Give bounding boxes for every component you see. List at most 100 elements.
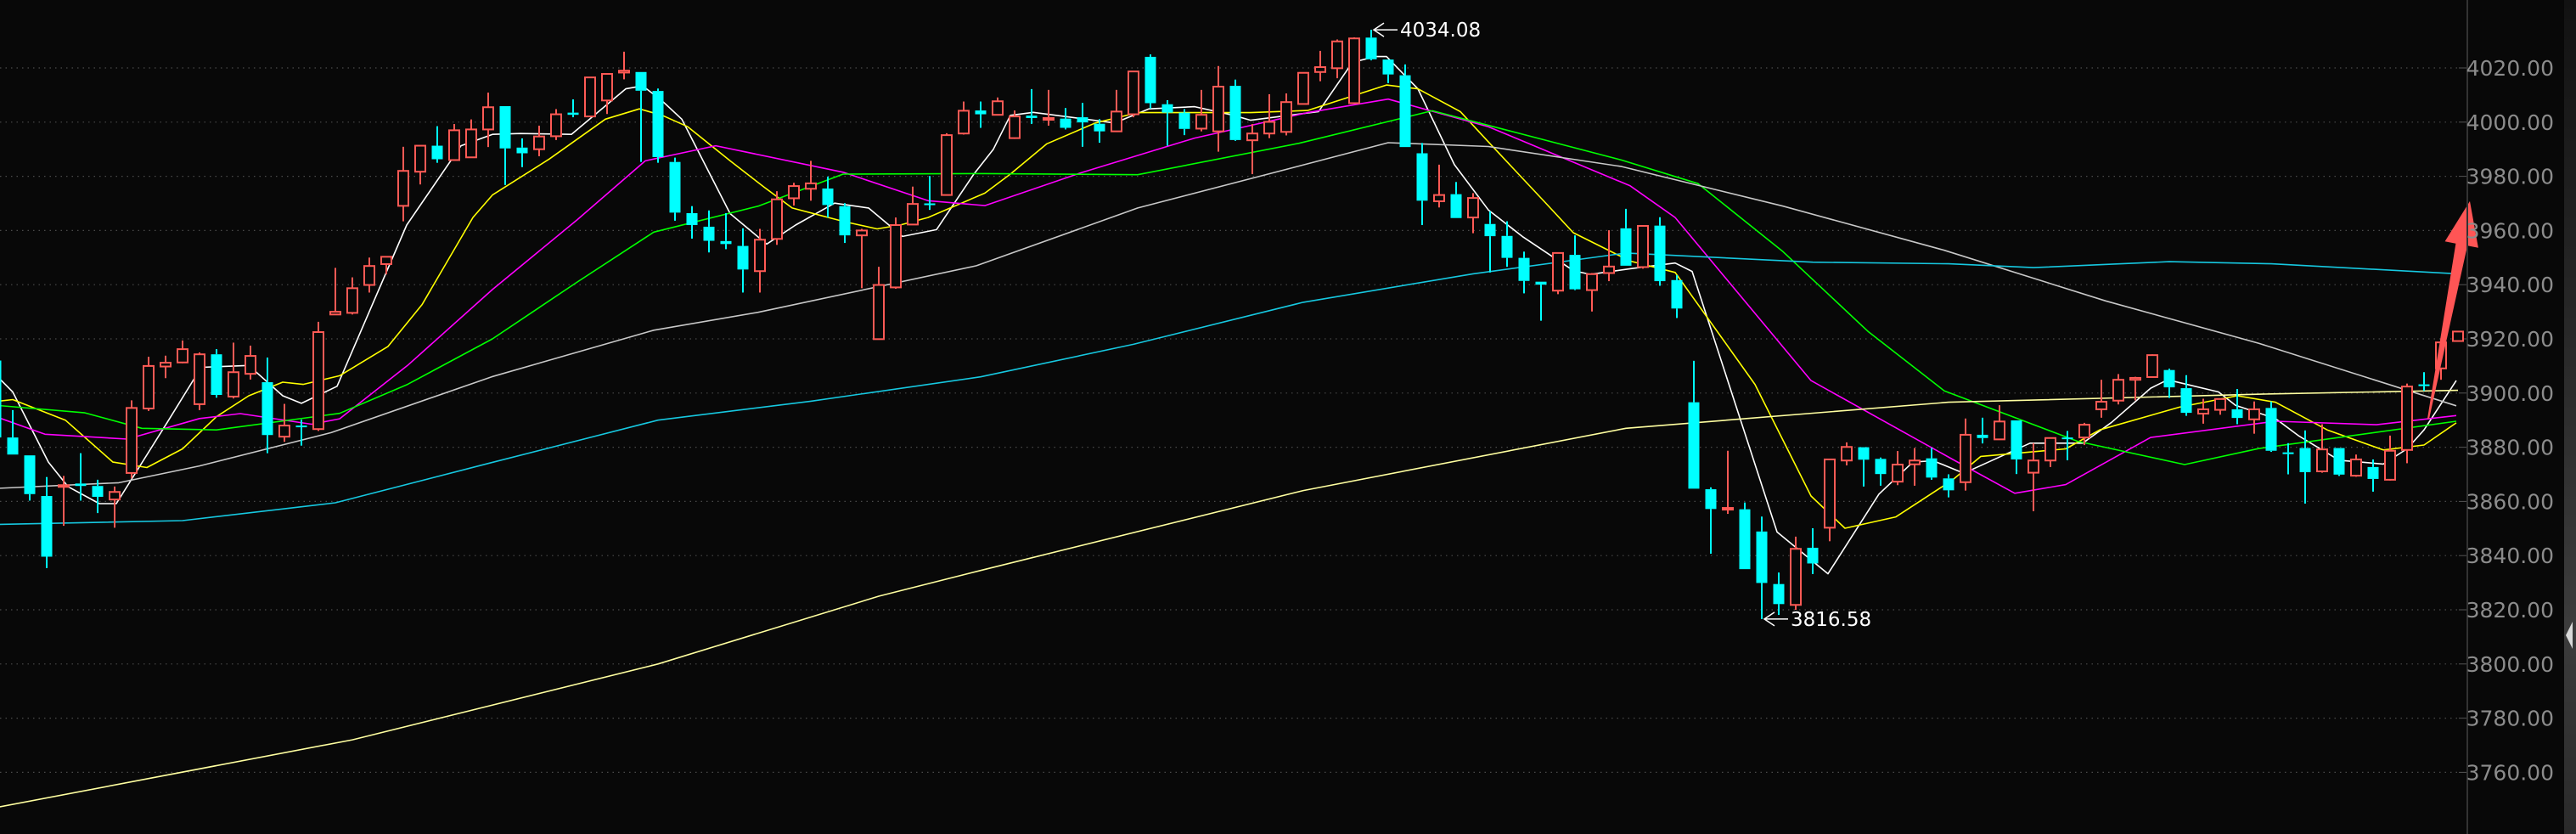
y-tick-label: 3860.00 — [2466, 489, 2554, 514]
candle-body — [1416, 153, 1428, 201]
candlestick-chart: 4034.08 3816.58 4020.00 4000.00 3980.00 396… — [0, 0, 2576, 834]
candle-body — [788, 185, 800, 200]
candle-body — [1586, 273, 1598, 291]
candle-up — [1637, 224, 1649, 269]
candle-up — [1348, 37, 1360, 104]
candle-body — [1399, 75, 1411, 148]
candle-up — [1128, 70, 1139, 118]
candle-body — [1501, 235, 1513, 258]
candle-body — [397, 170, 409, 207]
candle-down — [1399, 64, 1411, 148]
candle-up — [2146, 354, 2158, 378]
candle-body — [1671, 279, 1683, 309]
candle-body — [329, 311, 341, 316]
candle-body — [126, 407, 138, 474]
candle-body — [2112, 379, 2124, 402]
candle-body — [2384, 449, 2396, 481]
candle-body — [1977, 434, 1988, 438]
candle-body — [2129, 376, 2141, 381]
candle-body — [1212, 86, 1224, 132]
candle-body — [1909, 459, 1921, 465]
candle-body — [58, 484, 70, 488]
candle-body — [1060, 118, 1071, 128]
candle-up — [1552, 251, 1564, 295]
candle-body — [1043, 117, 1055, 121]
candle-down — [1739, 502, 1751, 570]
candle-body — [1009, 116, 1021, 139]
candle-body — [262, 382, 273, 436]
candle-down — [2265, 401, 2277, 453]
candle-body — [567, 112, 579, 116]
candle-body — [1195, 114, 1207, 130]
candle-body — [1620, 228, 1632, 266]
candle-body — [1552, 251, 1564, 292]
candle-body — [652, 91, 664, 157]
candle-body — [1518, 257, 1530, 281]
y-tick-label: 3780.00 — [2466, 707, 2554, 731]
candle-down — [2333, 448, 2345, 476]
y-tick-label: 4020.00 — [2466, 56, 2554, 81]
candle-up — [771, 191, 783, 245]
candle-body — [2011, 420, 2022, 459]
candle-body — [2044, 437, 2056, 462]
candle-body — [1535, 281, 1547, 285]
high-price-label: 4034.08 — [1400, 20, 1481, 42]
candle-body — [448, 129, 460, 161]
candle-body — [1739, 509, 1751, 570]
candle-up — [312, 321, 324, 431]
candle-body — [194, 353, 205, 405]
candle-body — [1229, 86, 1241, 140]
candle-body — [482, 106, 494, 131]
candle-body — [1246, 132, 1258, 142]
candle-body — [584, 76, 596, 118]
candle-body — [2248, 408, 2260, 420]
candle-body — [75, 483, 87, 487]
candle-body — [499, 105, 511, 149]
candle-up — [941, 132, 953, 196]
y-tick-label: 4000.00 — [2466, 110, 2554, 135]
candle-body — [2418, 384, 2430, 386]
candle-body — [550, 113, 562, 138]
candle-body — [414, 144, 426, 173]
candle-body — [1790, 548, 1802, 606]
candle-body — [41, 496, 53, 557]
scroll-strip[interactable] — [2564, 0, 2576, 834]
candle-body — [312, 331, 324, 431]
candle-body — [2333, 448, 2345, 475]
candle-body — [1569, 255, 1581, 290]
candle-body — [720, 240, 732, 245]
candle-body — [2061, 437, 2073, 440]
y-tick-label: 3760.00 — [2466, 760, 2554, 785]
candle-body — [2197, 408, 2209, 415]
candle-body — [1161, 104, 1173, 113]
candle-body — [2146, 354, 2158, 378]
candle-body — [1892, 464, 1904, 483]
candle-body — [516, 147, 528, 154]
y-tick-label: 3820.00 — [2466, 598, 2554, 623]
candle-body — [2316, 448, 2328, 472]
candle-body — [2078, 424, 2090, 439]
candle-body — [1603, 265, 1615, 274]
candle-body — [703, 226, 715, 241]
candle-body — [1722, 507, 1734, 511]
candle-up — [448, 124, 460, 161]
y-tick-label: 3900.00 — [2466, 381, 2554, 406]
candle-up — [2452, 330, 2464, 342]
candle-body — [2282, 452, 2294, 454]
candle-body — [2265, 408, 2277, 451]
candle-body — [601, 73, 613, 102]
candle-body — [1348, 37, 1360, 104]
candle-body — [109, 491, 121, 501]
candle-body — [1773, 583, 1785, 605]
candle-body — [7, 437, 19, 455]
candle-body — [2367, 466, 2379, 479]
candle-body — [958, 110, 970, 135]
y-tick-label: 3960.00 — [2466, 218, 2554, 243]
candle-body — [1026, 116, 1038, 119]
candle-body — [143, 364, 155, 409]
candle-body — [1824, 458, 1836, 529]
candle-down — [211, 349, 222, 398]
candle-body — [1994, 420, 2005, 441]
candle-body — [92, 486, 104, 497]
candle-down — [24, 455, 36, 501]
